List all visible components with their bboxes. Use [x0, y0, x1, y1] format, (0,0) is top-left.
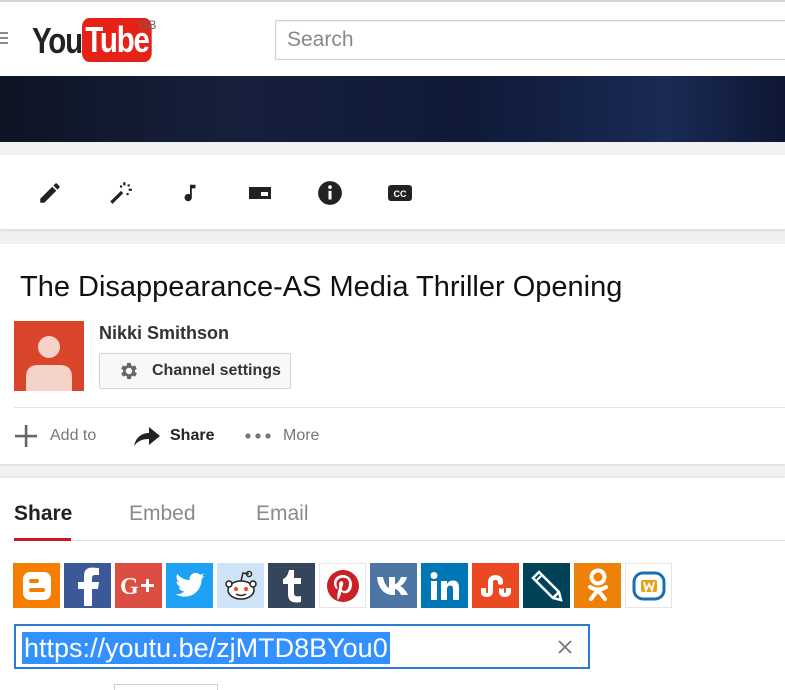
end-screen-icon[interactable] — [246, 179, 274, 207]
odnoklassniki-icon[interactable] — [574, 563, 621, 608]
share-services-row: G — [13, 563, 672, 608]
reddit-icon[interactable] — [217, 563, 264, 608]
tumblr-icon[interactable] — [268, 563, 315, 608]
close-icon[interactable] — [554, 636, 576, 658]
share-button[interactable]: Share — [133, 424, 214, 448]
cc-icon[interactable]: CC — [386, 179, 414, 207]
stumbleupon-icon[interactable] — [472, 563, 519, 608]
share-url-text[interactable]: https://youtu.be/zjMTD8BYou0 — [22, 632, 390, 664]
info-icon[interactable] — [316, 179, 344, 207]
region-code: GB — [139, 18, 157, 32]
magic-wand-icon[interactable] — [106, 179, 134, 207]
channel-avatar[interactable] — [14, 321, 84, 391]
channel-owner-name[interactable]: Nikki Smithson — [99, 323, 229, 344]
share-label: Share — [170, 427, 215, 444]
divider — [14, 407, 785, 408]
plus-icon — [14, 424, 38, 448]
livejournal-icon[interactable] — [523, 563, 570, 608]
video-editor-toolbar: CC — [0, 155, 785, 230]
linkedin-icon[interactable] — [421, 563, 468, 608]
pencil-icon[interactable] — [36, 179, 64, 207]
channel-banner — [0, 76, 785, 142]
video-title: The Disappearance-AS Media Thriller Open… — [20, 271, 623, 303]
logo-you-text: You — [32, 20, 83, 61]
channel-settings-label: Channel settings — [152, 362, 281, 379]
twitter-icon[interactable] — [166, 563, 213, 608]
share-arrow-icon — [133, 425, 161, 447]
search-box[interactable] — [275, 20, 785, 60]
channel-settings-button[interactable]: Channel settings — [99, 353, 291, 389]
add-to-button[interactable]: Add to — [14, 424, 96, 448]
mixi-icon[interactable] — [625, 563, 672, 608]
add-to-label: Add to — [50, 427, 97, 444]
youtube-logo[interactable]: You Tube GB — [32, 18, 167, 64]
start-at-field[interactable] — [114, 684, 218, 690]
more-label: More — [283, 427, 320, 444]
guide-menu-icon[interactable] — [0, 32, 10, 48]
gear-icon — [118, 360, 140, 382]
masthead: You Tube GB — [0, 0, 785, 76]
tabs-divider — [14, 540, 785, 541]
svg-text:CC: CC — [394, 189, 407, 199]
more-dots-icon — [244, 432, 272, 440]
blogger-icon[interactable] — [13, 563, 60, 608]
more-button[interactable]: More — [244, 424, 319, 448]
tab-embed[interactable]: Embed — [129, 502, 196, 526]
svg-text:G: G — [120, 574, 139, 599]
music-note-icon[interactable] — [176, 179, 204, 207]
facebook-icon[interactable] — [64, 563, 111, 608]
search-input[interactable] — [276, 21, 785, 59]
vk-icon[interactable] — [370, 563, 417, 608]
active-tab-indicator — [14, 538, 71, 541]
share-panel: Share Embed Email G https://youtu.be/zjM… — [0, 478, 785, 690]
video-info-card: The Disappearance-AS Media Thriller Open… — [0, 244, 785, 464]
share-url-field[interactable]: https://youtu.be/zjMTD8BYou0 — [14, 624, 590, 669]
tab-email[interactable]: Email — [256, 502, 309, 526]
google-plus-icon[interactable]: G — [115, 563, 162, 608]
pinterest-icon[interactable] — [319, 563, 366, 608]
tab-share[interactable]: Share — [14, 502, 72, 526]
